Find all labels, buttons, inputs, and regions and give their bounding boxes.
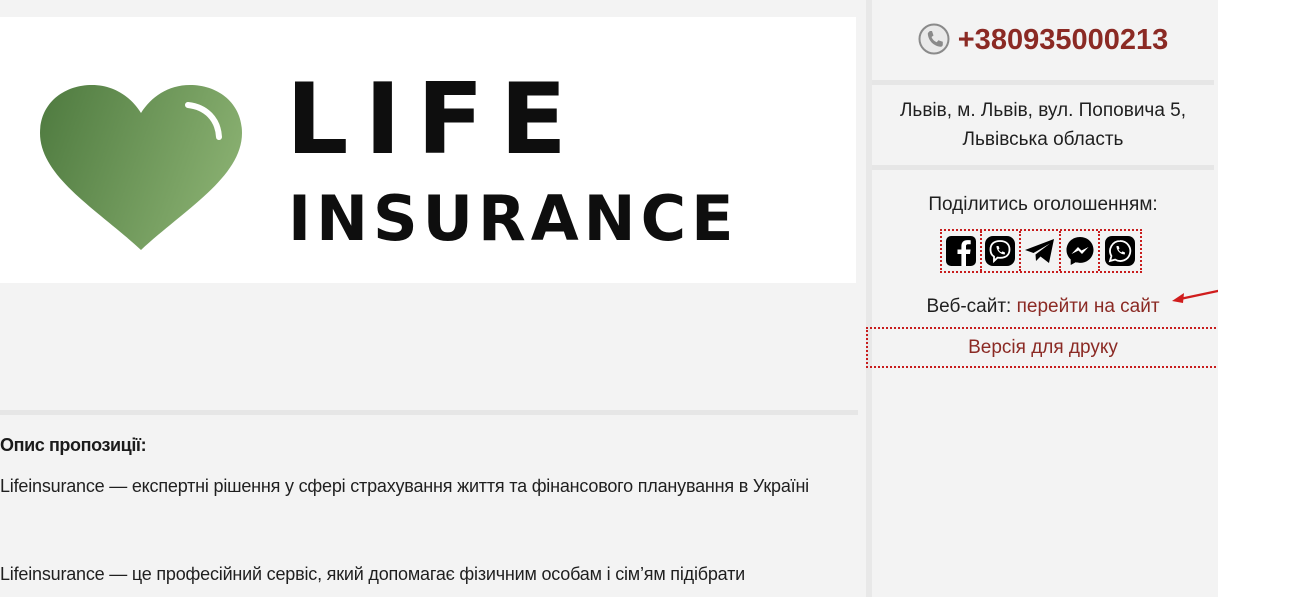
heart-logo-icon: [40, 85, 242, 250]
address-text: Львів, м. Львів, вул. Поповича 5, Львівс…: [899, 100, 1187, 150]
description-paragraph: Lifeinsurance — експертні рішення у сфер…: [0, 476, 809, 496]
main-content: LIFE INSURANCE Опис пропозиції: Lifeinsu…: [0, 0, 858, 597]
description-heading: Опис пропозиції:: [0, 435, 147, 455]
logo-text-life: LIFE: [286, 63, 583, 177]
page-background: [1218, 0, 1316, 597]
sidebar-divider: [872, 165, 1214, 170]
phone-block: +380935000213: [872, 22, 1214, 58]
messenger-icon: [1066, 237, 1094, 265]
share-viber-button[interactable]: [982, 231, 1022, 271]
share-telegram-button[interactable]: [1021, 231, 1061, 271]
sidebar: +380935000213 Львів, м. Львів, вул. Попо…: [872, 0, 1214, 597]
share-label: Поділитись оголошенням:: [928, 194, 1158, 215]
section-divider: [0, 410, 858, 415]
share-messenger-button[interactable]: [1061, 231, 1101, 271]
facebook-icon: [945, 236, 976, 266]
logo-text-insurance: INSURANCE: [288, 182, 739, 255]
phone-icon: [918, 23, 950, 55]
sidebar-divider: [872, 80, 1214, 85]
phone-number-link[interactable]: +380935000213: [958, 24, 1168, 56]
website-row: Веб-сайт: перейти на сайт: [872, 296, 1214, 318]
website-link[interactable]: перейти на сайт: [1017, 296, 1160, 317]
website-label: Веб-сайт:: [926, 296, 1012, 317]
share-facebook-button[interactable]: [942, 231, 982, 271]
share-whatsapp-button[interactable]: [1100, 231, 1140, 271]
viber-icon: [985, 236, 1016, 266]
telegram-icon: [1025, 239, 1055, 263]
logo-banner: LIFE INSURANCE: [0, 17, 856, 283]
whatsapp-icon: [1105, 236, 1136, 266]
print-version-button[interactable]: Версія для друку: [866, 327, 1220, 368]
share-buttons: [940, 229, 1142, 273]
description-paragraph: Lifeinsurance — це професійний сервіс, я…: [0, 564, 745, 584]
